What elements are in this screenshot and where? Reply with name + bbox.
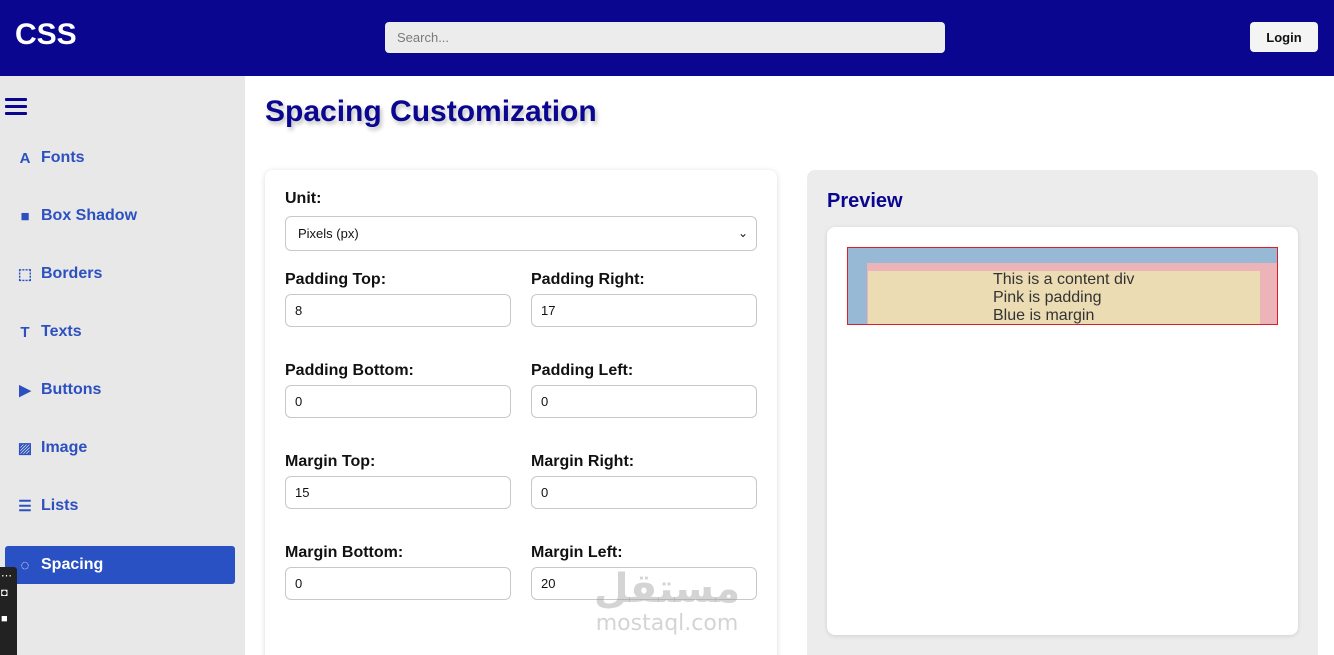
watermark-arabic: مستقل [593, 566, 741, 612]
padding-area: This is a content div Pink is padding Bl… [867, 263, 1277, 324]
hamburger-icon[interactable] [5, 98, 27, 116]
padding-line: Pink is padding [993, 289, 1102, 306]
unit-select-value: Pixels (px) [298, 226, 359, 241]
sidebar-item-texts[interactable]: T Texts [5, 313, 235, 351]
sidebar-item-label: Box Shadow [41, 207, 138, 224]
sidebar-item-image[interactable]: ▨ Image [5, 429, 235, 467]
sidebar-item-spacing[interactable]: ◌ Spacing [5, 546, 235, 584]
padding-left-label: Padding Left: [531, 362, 634, 379]
margin-top-label: Margin Top: [285, 453, 376, 470]
dotted-border-icon: ⬚ [17, 266, 33, 283]
padding-top-label: Padding Top: [285, 271, 387, 288]
margin-right-label: Margin Right: [531, 453, 635, 470]
content-line: This is a content div [993, 271, 1135, 288]
watermark: مستقل mostaql.com [586, 566, 748, 636]
sidebar: A Fonts ■ Box Shadow ⬚ Borders T Texts ▶… [0, 76, 245, 655]
unit-select[interactable]: Pixels (px) ⌄ [285, 216, 757, 251]
page-title: Spacing Customization [265, 95, 597, 128]
margin-area: This is a content div Pink is padding Bl… [847, 247, 1278, 325]
padding-right-input[interactable]: 17 [531, 294, 757, 327]
square-icon: ■ [20, 207, 30, 225]
sidebar-item-fonts[interactable]: A Fonts [5, 139, 235, 177]
sidebar-item-label: Buttons [41, 381, 102, 398]
margin-bottom-input[interactable]: 0 [285, 567, 511, 600]
top-navbar: CSS Login [0, 0, 1334, 76]
logo: CSS [15, 18, 77, 51]
margin-left-label: Margin Left: [531, 544, 623, 561]
sidebar-item-buttons[interactable]: ▶ Buttons [5, 371, 235, 409]
image-icon: ▨ [17, 440, 33, 457]
sidebar-item-lists[interactable]: ☰ Lists [5, 487, 235, 525]
chevron-down-icon: ⌄ [737, 226, 748, 240]
more-icon[interactable]: ⋯ [1, 569, 12, 582]
sidebar-item-label: Image [41, 439, 88, 456]
camera-icon[interactable]: ◘ [1, 587, 8, 599]
sidebar-item-box-shadow[interactable]: ■ Box Shadow [5, 197, 235, 235]
preview-panel: Preview This is a content div Pink is pa… [807, 170, 1318, 655]
sidebar-item-label: Lists [41, 497, 79, 514]
padding-right-label: Padding Right: [531, 271, 645, 288]
content-div: This is a content div Pink is padding Bl… [868, 271, 1260, 324]
sidebar-item-borders[interactable]: ⬚ Borders [5, 255, 235, 293]
font-icon: A [19, 149, 31, 167]
padding-bottom-label: Padding Bottom: [285, 362, 414, 379]
margin-right-input[interactable]: 0 [531, 476, 757, 509]
watermark-latin: mostaql.com [595, 611, 739, 636]
margin-top-input[interactable]: 15 [285, 476, 511, 509]
login-button[interactable]: Login [1250, 22, 1318, 52]
spinner-icon: ◌ [20, 556, 30, 574]
play-icon: ▶ [19, 382, 31, 399]
margin-bottom-label: Margin Bottom: [285, 544, 404, 561]
padding-top-input[interactable]: 8 [285, 294, 511, 327]
sidebar-item-label: Spacing [41, 556, 104, 573]
floating-toolbar[interactable]: ⋯ ◘ ■ [0, 567, 17, 655]
preview-box: This is a content div Pink is padding Bl… [827, 227, 1298, 635]
padding-bottom-input[interactable]: 0 [285, 385, 511, 418]
margin-line: Blue is margin [993, 307, 1095, 324]
padding-left-input[interactable]: 0 [531, 385, 757, 418]
video-icon[interactable]: ■ [1, 613, 8, 625]
sidebar-item-label: Fonts [41, 149, 85, 166]
preview-title: Preview [827, 190, 903, 212]
text-icon: T [20, 323, 30, 341]
sidebar-item-label: Borders [41, 265, 103, 282]
sidebar-item-label: Texts [41, 323, 82, 340]
list-icon: ☰ [18, 498, 32, 515]
search-input[interactable] [385, 22, 945, 53]
unit-label: Unit: [285, 190, 322, 207]
